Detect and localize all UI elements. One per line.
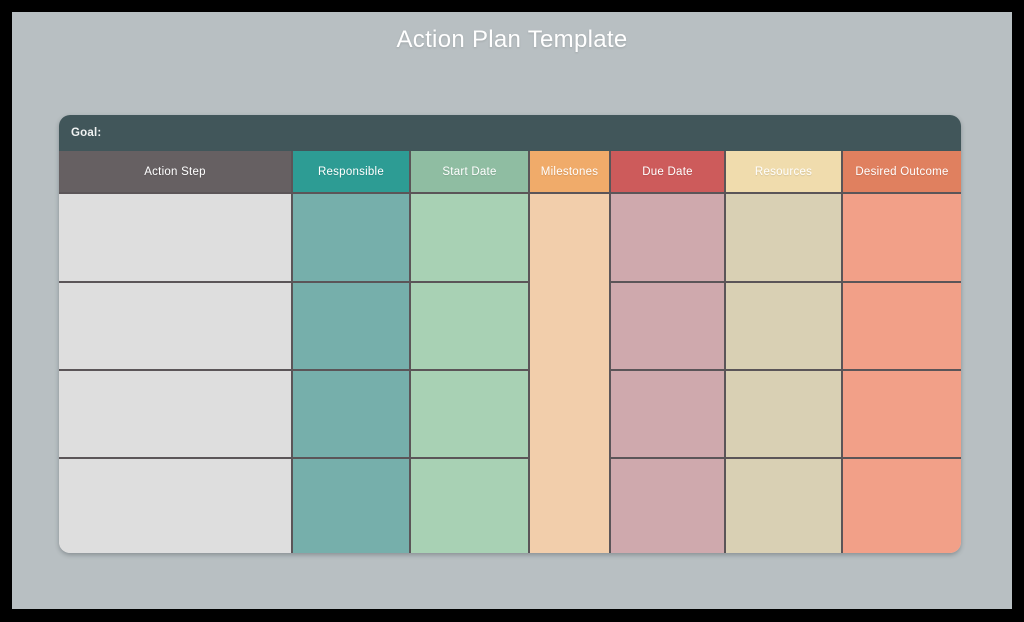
cell-responsible[interactable] xyxy=(293,283,411,371)
cell-action-step[interactable] xyxy=(59,283,293,371)
cell-milestones-merged[interactable] xyxy=(530,194,611,553)
cell-due-date[interactable] xyxy=(611,194,726,283)
cell-desired-outcome[interactable] xyxy=(843,283,961,371)
column-header-responsible[interactable]: Responsible xyxy=(293,151,411,194)
column-header-action-step[interactable]: Action Step xyxy=(59,151,293,194)
column-header-desired-outcome[interactable]: Desired Outcome xyxy=(843,151,961,194)
cell-action-step[interactable] xyxy=(59,194,293,283)
action-plan-table: Goal: Action Step Responsible Start Date… xyxy=(59,115,961,553)
cell-responsible[interactable] xyxy=(293,194,411,283)
cell-start-date[interactable] xyxy=(411,283,530,371)
canvas: Action Plan Template Goal: Action Step R… xyxy=(12,12,1012,609)
cell-responsible[interactable] xyxy=(293,371,411,459)
cell-desired-outcome[interactable] xyxy=(843,371,961,459)
goal-label: Goal: xyxy=(71,127,102,139)
page-title: Action Plan Template xyxy=(396,26,628,53)
cell-desired-outcome[interactable] xyxy=(843,194,961,283)
column-header-resources[interactable]: Resources xyxy=(726,151,843,194)
cell-due-date[interactable] xyxy=(611,371,726,459)
cell-action-step[interactable] xyxy=(59,371,293,459)
cell-resources[interactable] xyxy=(726,371,843,459)
column-header-start-date[interactable]: Start Date xyxy=(411,151,530,194)
cell-action-step[interactable] xyxy=(59,459,293,553)
cell-start-date[interactable] xyxy=(411,459,530,553)
goal-bar: Goal: xyxy=(59,115,961,151)
cell-due-date[interactable] xyxy=(611,283,726,371)
table-grid: Action Step Responsible Start Date Miles… xyxy=(59,151,961,553)
column-header-due-date[interactable]: Due Date xyxy=(611,151,726,194)
cell-due-date[interactable] xyxy=(611,459,726,553)
cell-responsible[interactable] xyxy=(293,459,411,553)
cell-resources[interactable] xyxy=(726,459,843,553)
cell-resources[interactable] xyxy=(726,194,843,283)
cell-resources[interactable] xyxy=(726,283,843,371)
column-header-milestones[interactable]: Milestones xyxy=(530,151,611,194)
cell-start-date[interactable] xyxy=(411,194,530,283)
cell-desired-outcome[interactable] xyxy=(843,459,961,553)
cell-start-date[interactable] xyxy=(411,371,530,459)
